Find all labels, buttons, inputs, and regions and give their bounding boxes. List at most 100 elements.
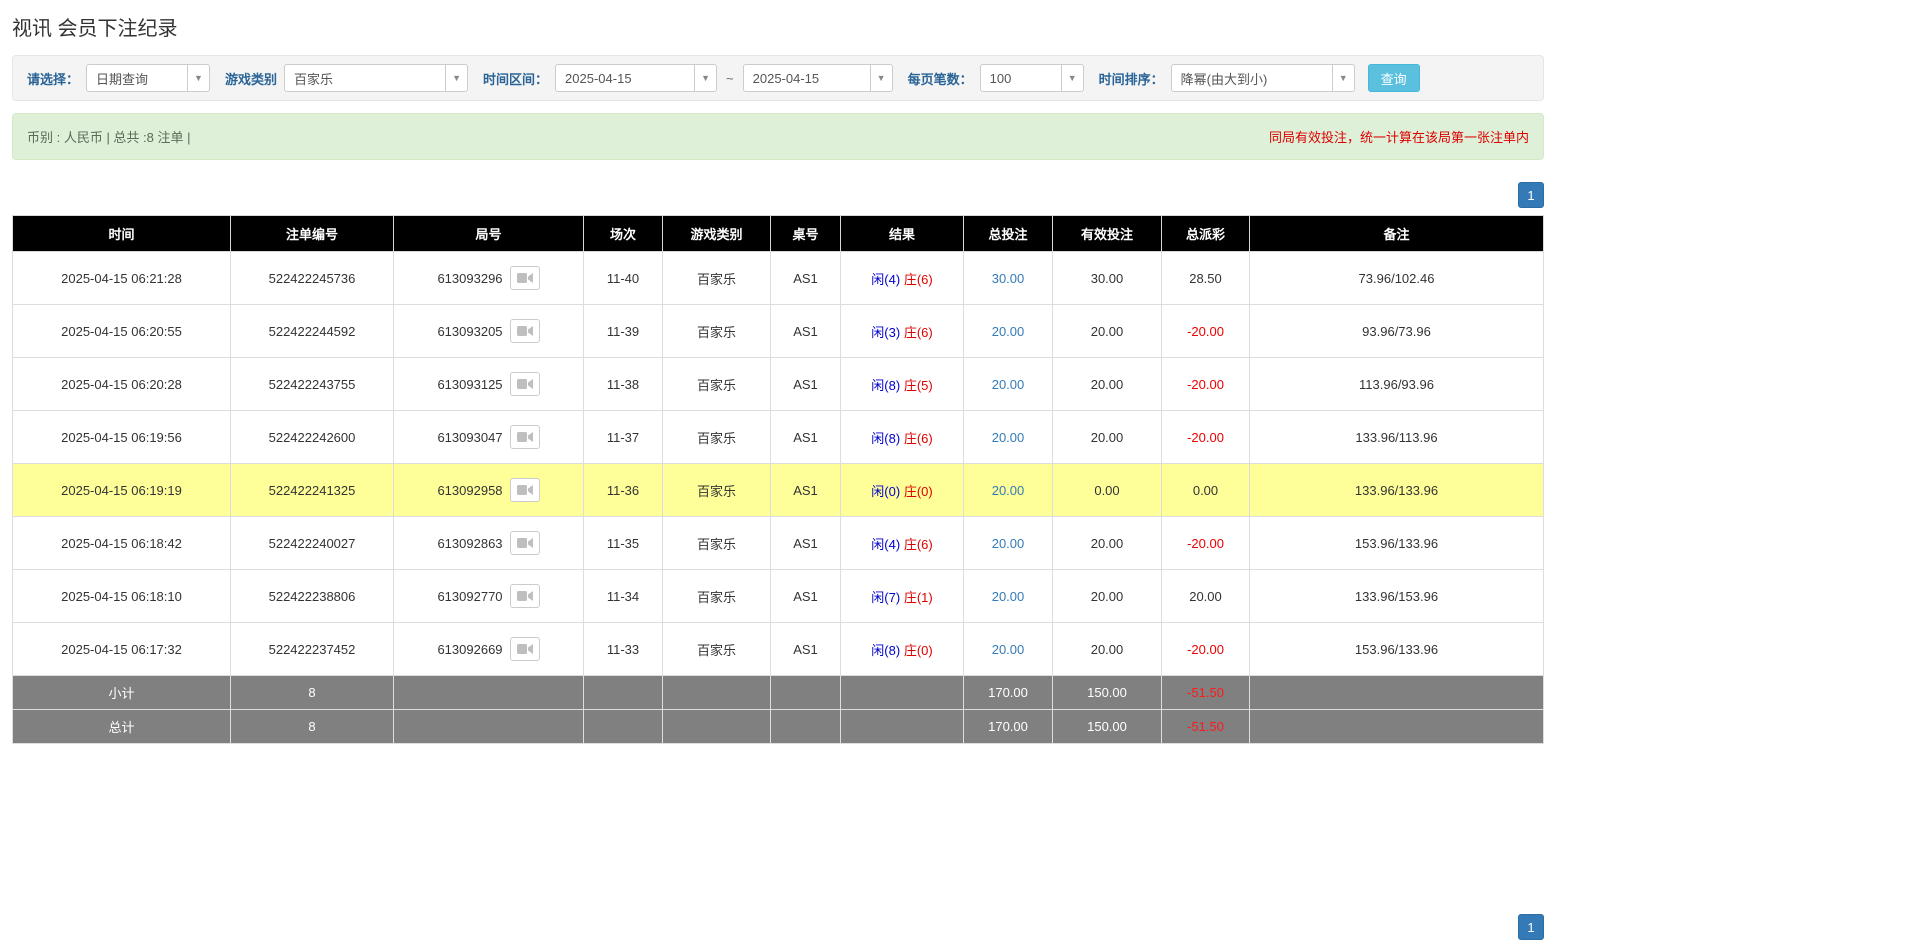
video-replay-button[interactable] (510, 637, 540, 661)
time-sort-select[interactable]: 降幂(由大到小) ▼ (1171, 64, 1355, 92)
page-title: 视讯 会员下注纪录 (12, 12, 1544, 41)
summary-total-bet: 170.00 (964, 710, 1053, 744)
cell-remark: 153.96/133.96 (1250, 623, 1544, 676)
cell-time: 2025-04-15 06:20:28 (13, 358, 231, 411)
video-replay-button[interactable] (510, 319, 540, 343)
banker-result: 庄(1) (904, 590, 933, 605)
round-id-text: 613093296 (437, 271, 502, 286)
cell-result: 闲(3) 庄(6) (841, 305, 964, 358)
date-from-input[interactable]: 2025-04-15 ▼ (555, 64, 717, 92)
cell-remark: 133.96/133.96 (1250, 464, 1544, 517)
cell-result: 闲(7) 庄(1) (841, 570, 964, 623)
page-size-select[interactable]: 100 ▼ (980, 64, 1084, 92)
player-result: 闲(7) (871, 590, 900, 605)
pagination-top: 1 (12, 182, 1544, 208)
summary-label: 小计 (13, 676, 231, 710)
video-camera-icon (517, 484, 533, 496)
cell-payout: 20.00 (1162, 570, 1250, 623)
cell-time: 2025-04-15 06:18:42 (13, 517, 231, 570)
cell-valid-bet: 20.00 (1053, 411, 1162, 464)
chevron-down-icon[interactable]: ▼ (187, 65, 209, 91)
table-row: 2025-04-15 06:18:10522422238806613092770… (13, 570, 1544, 623)
game-type-select[interactable]: 百家乐 ▼ (284, 64, 468, 92)
cell-time: 2025-04-15 06:18:10 (13, 570, 231, 623)
cell-game-type: 百家乐 (663, 411, 771, 464)
cell-game-type: 百家乐 (663, 464, 771, 517)
cell-bet-id: 522422242600 (231, 411, 394, 464)
total-bet-link[interactable]: 20.00 (992, 377, 1025, 392)
chevron-down-icon[interactable]: ▼ (870, 65, 892, 91)
time-sort-label: 时间排序： (1099, 69, 1164, 88)
cell-result: 闲(8) 庄(5) (841, 358, 964, 411)
summary-total-bet: 170.00 (964, 676, 1053, 710)
chevron-down-icon[interactable]: ▼ (445, 65, 467, 91)
round-id-text: 613092863 (437, 536, 502, 551)
cell-session: 11-40 (584, 252, 663, 305)
cell-bet-id: 522422240027 (231, 517, 394, 570)
cell-round-id: 613092669 (394, 623, 584, 676)
cell-remark: 93.96/73.96 (1250, 305, 1544, 358)
bet-records-table: 时间注单编号局号场次游戏类别桌号结果总投注有效投注总派彩备注 2025-04-1… (12, 215, 1544, 744)
total-bet-link[interactable]: 20.00 (992, 536, 1025, 551)
summary-valid-bet: 150.00 (1053, 710, 1162, 744)
page-1-button[interactable]: 1 (1518, 914, 1544, 940)
date-to-value: 2025-04-15 (744, 65, 870, 91)
summary-remark (1250, 676, 1544, 710)
cell-valid-bet: 30.00 (1053, 252, 1162, 305)
video-replay-button[interactable] (510, 478, 540, 502)
total-bet-link[interactable]: 20.00 (992, 483, 1025, 498)
round-id-text: 613092669 (437, 642, 502, 657)
cell-session: 11-36 (584, 464, 663, 517)
date-range-separator: ~ (724, 71, 736, 86)
date-to-input[interactable]: 2025-04-15 ▼ (743, 64, 893, 92)
cell-time: 2025-04-15 06:20:55 (13, 305, 231, 358)
video-replay-button[interactable] (510, 425, 540, 449)
round-id-text: 613093047 (437, 430, 502, 445)
banker-result: 庄(6) (904, 431, 933, 446)
player-result: 闲(0) (871, 484, 900, 499)
total-bet-link[interactable]: 20.00 (992, 430, 1025, 445)
column-header: 桌号 (771, 216, 841, 252)
table-row: 2025-04-15 06:20:28522422243755613093125… (13, 358, 1544, 411)
query-type-select[interactable]: 日期查询 ▼ (86, 64, 210, 92)
cell-session: 11-37 (584, 411, 663, 464)
cell-total-bet: 20.00 (964, 623, 1053, 676)
cell-game-type: 百家乐 (663, 570, 771, 623)
cell-payout: 28.50 (1162, 252, 1250, 305)
cell-game-type: 百家乐 (663, 305, 771, 358)
cell-bet-id: 522422245736 (231, 252, 394, 305)
cell-result: 闲(8) 庄(6) (841, 411, 964, 464)
cell-bet-id: 522422241325 (231, 464, 394, 517)
cell-result: 闲(8) 庄(0) (841, 623, 964, 676)
currency-total-text: 币别 : 人民币 | 总共 :8 注单 | (27, 127, 191, 146)
page-1-button[interactable]: 1 (1518, 182, 1544, 208)
video-camera-icon (517, 272, 533, 284)
cell-total-bet: 20.00 (964, 305, 1053, 358)
filter-bar: 请选择： 日期查询 ▼ 游戏类别 百家乐 ▼ 时间区间： 2025-04-15 … (12, 55, 1544, 101)
total-bet-link[interactable]: 20.00 (992, 589, 1025, 604)
time-range-label: 时间区间： (483, 69, 548, 88)
banker-result: 庄(0) (904, 643, 933, 658)
chevron-down-icon[interactable]: ▼ (1332, 65, 1354, 91)
video-replay-button[interactable] (510, 266, 540, 290)
total-bet-link[interactable]: 20.00 (992, 642, 1025, 657)
cell-game-type: 百家乐 (663, 252, 771, 305)
cell-valid-bet: 0.00 (1053, 464, 1162, 517)
search-button[interactable]: 查询 (1368, 64, 1420, 92)
cell-table-no: AS1 (771, 570, 841, 623)
cell-total-bet: 20.00 (964, 411, 1053, 464)
total-bet-link[interactable]: 30.00 (992, 271, 1025, 286)
video-replay-button[interactable] (510, 531, 540, 555)
cell-round-id: 613092770 (394, 570, 584, 623)
cell-round-id: 613093125 (394, 358, 584, 411)
column-header: 时间 (13, 216, 231, 252)
chevron-down-icon[interactable]: ▼ (1061, 65, 1083, 91)
summary-count: 8 (231, 710, 394, 744)
cell-total-bet: 20.00 (964, 570, 1053, 623)
video-replay-button[interactable] (510, 372, 540, 396)
chevron-down-icon[interactable]: ▼ (694, 65, 716, 91)
total-bet-link[interactable]: 20.00 (992, 324, 1025, 339)
video-replay-button[interactable] (510, 584, 540, 608)
cell-bet-id: 522422237452 (231, 623, 394, 676)
page-size-label: 每页笔数： (908, 69, 973, 88)
